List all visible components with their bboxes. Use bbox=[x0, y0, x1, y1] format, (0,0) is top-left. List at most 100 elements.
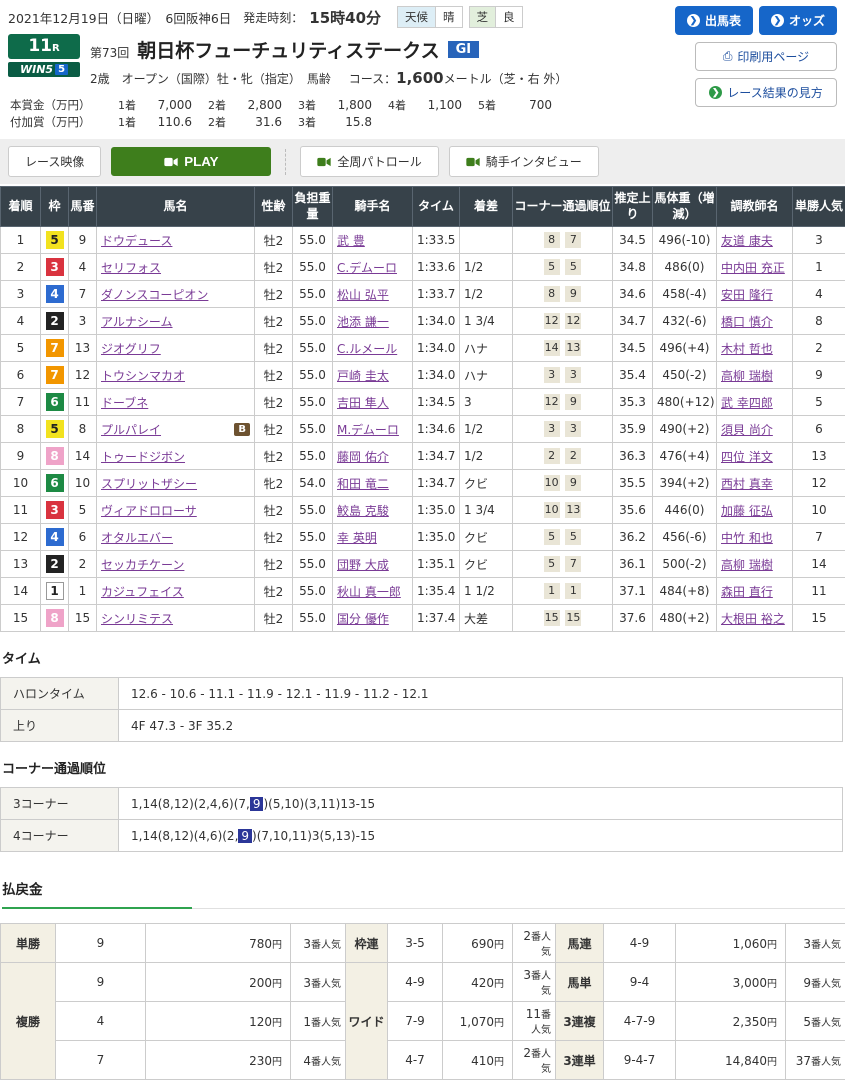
trainer-cell: 森田 直行 bbox=[717, 578, 793, 605]
horse-name-link[interactable]: アルナシーム bbox=[101, 313, 173, 330]
horse-name-link[interactable]: ドーブネ bbox=[101, 394, 148, 411]
patrol-video-button[interactable]: 全周パトロール bbox=[300, 146, 438, 177]
margin-cell: クビ bbox=[460, 524, 513, 551]
frame-badge: 7 bbox=[46, 339, 64, 357]
blinker-badge: B bbox=[234, 423, 250, 436]
frame-cell: 5 bbox=[41, 227, 69, 254]
horse-name-link[interactable]: トゥードジボン bbox=[101, 448, 185, 465]
horse-name-link[interactable]: スプリットザシー bbox=[101, 475, 197, 492]
trainer-cell: 高柳 瑞樹 bbox=[717, 551, 793, 578]
horse-name-link[interactable]: ジオグリフ bbox=[101, 340, 161, 357]
jockey-cell: M.デムーロ bbox=[333, 416, 413, 443]
how-to-read-button[interactable]: ❯ レース結果の見方 bbox=[695, 78, 837, 107]
corner-3-position: 5 bbox=[544, 556, 560, 572]
trainer-link[interactable]: 友道 康夫 bbox=[721, 234, 773, 248]
trainer-link[interactable]: 高柳 瑞樹 bbox=[721, 369, 773, 383]
horse-name-link[interactable]: トウシンマカオ bbox=[101, 367, 185, 384]
trainer-link[interactable]: 森田 直行 bbox=[721, 585, 773, 599]
horse-name-cell: ダノンスコーピオン bbox=[97, 281, 255, 308]
play-button[interactable]: PLAY bbox=[111, 147, 271, 176]
exacta-number: 9-4 bbox=[604, 963, 676, 1002]
arrow-circle-icon: ❯ bbox=[687, 14, 700, 27]
corner-3-position: 14 bbox=[544, 340, 560, 356]
frame-badge: 6 bbox=[46, 474, 64, 492]
horse-name-link[interactable]: ヴィアドロローサ bbox=[101, 502, 197, 519]
jockey-link[interactable]: M.デムーロ bbox=[337, 423, 399, 437]
trainer-link[interactable]: 高柳 瑞樹 bbox=[721, 558, 773, 572]
trainer-link[interactable]: 加藤 征弘 bbox=[721, 504, 773, 518]
jockey-link[interactable]: C.ルメール bbox=[337, 342, 397, 356]
result-row: 5 7 13 ジオグリフ 牡2 55.0 C.ルメール 1:34.0 ハナ 14… bbox=[1, 335, 845, 362]
jockey-link[interactable]: 武 豊 bbox=[337, 234, 365, 248]
horse-name-cell: スプリットザシー bbox=[97, 470, 255, 497]
corner-order-cell: 3 3 bbox=[513, 416, 613, 443]
wide-amount: 420円 bbox=[443, 963, 513, 1002]
trainer-link[interactable]: 中内田 充正 bbox=[721, 261, 785, 275]
jockey-link[interactable]: 吉田 隼人 bbox=[337, 396, 389, 410]
prize-item: 1着 110.6 bbox=[102, 114, 192, 131]
wide-number: 4-9 bbox=[388, 963, 443, 1002]
margin-cell: 1/2 bbox=[460, 254, 513, 281]
jockey-link[interactable]: 松山 弘平 bbox=[337, 288, 389, 302]
jockey-link[interactable]: 団野 大成 bbox=[337, 558, 389, 572]
frame-cell: 8 bbox=[41, 443, 69, 470]
margin-cell: 1/2 bbox=[460, 443, 513, 470]
corner-3-value: 1,14(8,12)(2,4,6)(7,9)(5,10)(3,11)13-15 bbox=[119, 788, 843, 820]
weight-cell: 55.0 bbox=[293, 362, 333, 389]
horse-name-link[interactable]: シンリミテス bbox=[101, 610, 173, 627]
horse-name-link[interactable]: セッカチケーン bbox=[101, 556, 184, 573]
trainer-link[interactable]: 中竹 和也 bbox=[721, 531, 773, 545]
weight-cell: 55.0 bbox=[293, 281, 333, 308]
popularity-cell: 12 bbox=[793, 470, 845, 497]
jockey-link[interactable]: 幸 英明 bbox=[337, 531, 377, 545]
trainer-link[interactable]: 武 幸四郎 bbox=[721, 396, 773, 410]
trainer-link[interactable]: 西村 真幸 bbox=[721, 477, 773, 491]
jockey-link[interactable]: 和田 竜二 bbox=[337, 477, 389, 491]
last-3f-cell: 34.8 bbox=[613, 254, 653, 281]
odds-button[interactable]: ❯ オッズ bbox=[759, 6, 837, 35]
jockey-interview-button[interactable]: 騎手インタビュー bbox=[449, 146, 599, 177]
trainer-link[interactable]: 橋口 慎介 bbox=[721, 315, 773, 329]
sex-age-cell: 牡2 bbox=[255, 308, 293, 335]
col-place: 着順 bbox=[1, 187, 41, 227]
horse-name-link[interactable]: オタルエバー bbox=[101, 529, 173, 546]
weight-cell: 55.0 bbox=[293, 254, 333, 281]
horse-name-link[interactable]: プルパレイ bbox=[101, 421, 161, 438]
prize-value: 110.6 bbox=[136, 114, 192, 130]
last-3f-cell: 36.1 bbox=[613, 551, 653, 578]
jockey-link[interactable]: 国分 優作 bbox=[337, 612, 389, 626]
sex-age-cell: 牡2 bbox=[255, 605, 293, 632]
win-label: 単勝 bbox=[1, 924, 56, 963]
race-video-button[interactable]: レース映像 bbox=[8, 146, 101, 177]
results-header-row: 着順 枠 馬番 馬名 性齢 負担重量 騎手名 タイム 着差 コーナー通過順位 推… bbox=[1, 187, 845, 227]
trainer-link[interactable]: 須貝 尚介 bbox=[721, 423, 773, 437]
trainer-link[interactable]: 木村 哲也 bbox=[721, 342, 773, 356]
last-4f-row: 上り 4F 47.3 - 3F 35.2 bbox=[1, 710, 843, 742]
trainer-link[interactable]: 四位 洋文 bbox=[721, 450, 773, 464]
entry-table-button[interactable]: ❯ 出馬表 bbox=[675, 6, 753, 35]
print-page-button[interactable]: ⎙ 印刷用ページ bbox=[695, 42, 837, 71]
horse-name-link[interactable]: カジュフェイス bbox=[101, 583, 184, 600]
horse-name-cell: カジュフェイス bbox=[97, 578, 255, 605]
jockey-link[interactable]: 池添 謙一 bbox=[337, 315, 389, 329]
halon-time-value: 12.6 - 10.6 - 11.1 - 11.9 - 12.1 - 11.9 … bbox=[119, 678, 843, 710]
divider bbox=[285, 149, 286, 175]
body-weight-cell: 432(-6) bbox=[653, 308, 717, 335]
frame-badge: 5 bbox=[46, 231, 64, 249]
jockey-link[interactable]: 鮫島 克駿 bbox=[337, 504, 389, 518]
race-title: 朝日杯フューチュリティステークス bbox=[137, 36, 439, 63]
jockey-link[interactable]: 秋山 真一郎 bbox=[337, 585, 401, 599]
jockey-link[interactable]: 藤岡 佑介 bbox=[337, 450, 389, 464]
last-3f-cell: 35.9 bbox=[613, 416, 653, 443]
trainer-link[interactable]: 安田 隆行 bbox=[721, 288, 773, 302]
jockey-link[interactable]: 戸崎 圭太 bbox=[337, 369, 389, 383]
corner-3-position: 8 bbox=[544, 232, 560, 248]
payout-row: 7 230円 4番人気 4-7 410円 2番人気 3連単 9-4-7 14,8… bbox=[1, 1041, 845, 1080]
jockey-link[interactable]: C.デムーロ bbox=[337, 261, 397, 275]
prize-item: 2着 31.6 bbox=[192, 114, 282, 131]
horse-name-link[interactable]: セリフォス bbox=[101, 259, 161, 276]
horse-name-link[interactable]: ドウデュース bbox=[101, 232, 172, 249]
corner-order-cell: 5 7 bbox=[513, 551, 613, 578]
horse-name-link[interactable]: ダノンスコーピオン bbox=[101, 286, 208, 303]
trainer-link[interactable]: 大根田 裕之 bbox=[721, 612, 785, 626]
